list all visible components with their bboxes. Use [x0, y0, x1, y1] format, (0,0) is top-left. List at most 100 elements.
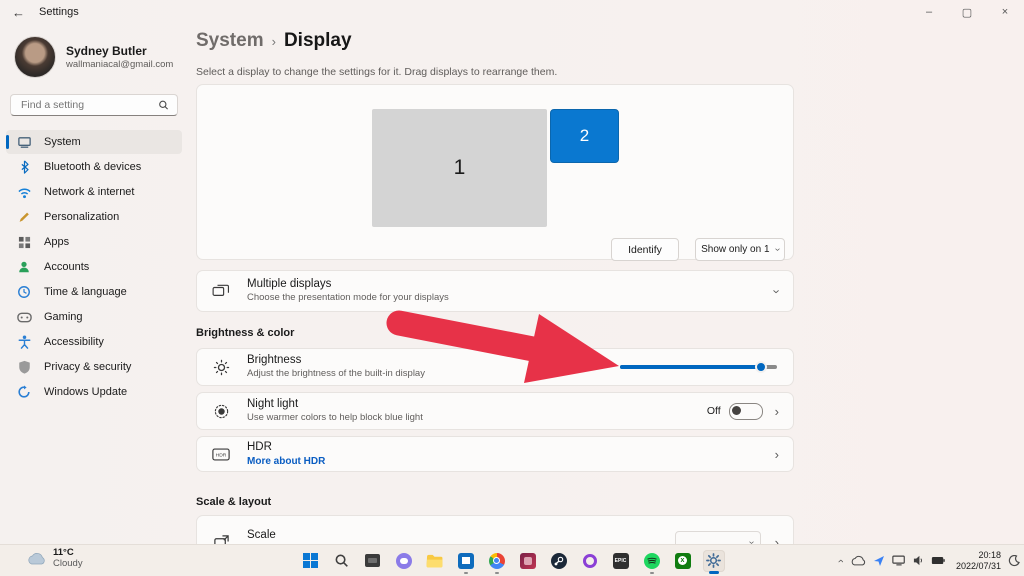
monitor-1[interactable]: 1: [372, 109, 547, 227]
steam-button[interactable]: [548, 550, 570, 572]
night-light-toggle[interactable]: [729, 403, 763, 420]
chevron-down-icon: ›: [772, 248, 783, 251]
windows-desktop: { "titlebar": {"title": "Settings", "bac…: [0, 0, 1024, 576]
sidebar-item-time-language[interactable]: Time & language: [6, 280, 182, 304]
teams-chat-button[interactable]: [393, 550, 415, 572]
multiple-displays-row[interactable]: Multiple displays Choose the presentatio…: [196, 270, 794, 312]
settings-button[interactable]: [703, 550, 725, 572]
brightness-slider-fill: [620, 365, 761, 369]
folder-icon: [426, 554, 443, 568]
chevron-down-icon[interactable]: ›: [769, 289, 784, 293]
close-button[interactable]: ×: [986, 0, 1024, 24]
sidebar-item-privacy-security[interactable]: Privacy & security: [6, 355, 182, 379]
microsoft-store-button[interactable]: [455, 550, 477, 572]
sidebar-item-label: System: [44, 136, 81, 148]
clock[interactable]: 20:18 2022/07/31: [956, 550, 1001, 572]
focus-assist-moon-icon[interactable]: [1008, 555, 1020, 567]
start-button[interactable]: [300, 550, 322, 572]
sidebar-item-apps[interactable]: Apps: [6, 230, 182, 254]
brightness-slider[interactable]: [620, 365, 777, 369]
maximize-button[interactable]: ▢: [948, 0, 986, 24]
gear-icon: [706, 553, 721, 568]
sidebar-item-accounts[interactable]: Accounts: [6, 255, 182, 279]
search-icon: [158, 99, 169, 111]
taskbar: 11°C Cloudy EPIC x › 20:18 2022/07/31: [0, 544, 1024, 576]
sidebar-item-label: Network & internet: [44, 186, 134, 198]
search-input[interactable]: [19, 98, 158, 112]
wifi-icon: [16, 184, 32, 200]
chevron-right-icon[interactable]: ›: [775, 404, 779, 419]
avatar: [14, 36, 56, 78]
taskbar-search-button[interactable]: [331, 550, 353, 572]
night-light-row[interactable]: Night light Use warmer colors to help bl…: [196, 392, 794, 430]
hidden-icons-chevron[interactable]: ›: [835, 559, 847, 563]
photos-button[interactable]: [517, 550, 539, 572]
scale-dropdown[interactable]: ›: [675, 531, 761, 545]
system-icon: [16, 134, 32, 150]
chat-icon: [396, 553, 412, 569]
opera-ring-icon: [583, 554, 597, 568]
sidebar-item-accessibility[interactable]: Accessibility: [6, 330, 182, 354]
sidebar-item-windows-update[interactable]: Windows Update: [6, 380, 182, 404]
show-only-label: Show only on 1: [701, 244, 769, 255]
sidebar-item-network-internet[interactable]: Network & internet: [6, 180, 182, 204]
row-title: Brightness: [247, 353, 620, 368]
row-title: Night light: [247, 397, 707, 412]
chevron-right-icon[interactable]: ›: [775, 447, 779, 462]
spotify-button[interactable]: [641, 550, 663, 572]
row-title: Scale: [247, 528, 675, 543]
brightness-slider-handle[interactable]: [755, 361, 767, 373]
photos-icon: [520, 553, 536, 569]
chrome-button[interactable]: [486, 550, 508, 572]
sidebar-item-system[interactable]: System: [6, 130, 182, 154]
user-name: Sydney Butler: [66, 44, 173, 59]
settings-main-pane: System › Display Select a display to cha…: [188, 24, 1024, 545]
opera-button[interactable]: [579, 550, 601, 572]
sidebar-item-label: Bluetooth & devices: [44, 161, 141, 173]
display-tray-icon[interactable]: [892, 555, 906, 566]
sidebar-item-gaming[interactable]: Gaming: [6, 305, 182, 329]
monitor-2[interactable]: 2: [550, 109, 619, 163]
onedrive-cloud-icon[interactable]: [850, 555, 866, 566]
battery-icon[interactable]: [931, 556, 945, 565]
speaker-icon[interactable]: [913, 555, 924, 566]
location-arrow-icon[interactable]: [873, 555, 885, 567]
minimize-button[interactable]: –: [910, 0, 948, 24]
search-icon: [334, 553, 349, 568]
sidebar: Sydney Butler wallmaniacal@gmail.com Sys…: [0, 24, 188, 545]
dark-app-icon: [365, 554, 380, 567]
scale-row[interactable]: Scale Change the size of text, apps, and…: [196, 515, 794, 545]
user-profile[interactable]: Sydney Butler wallmaniacal@gmail.com: [14, 36, 188, 78]
sidebar-item-personalization[interactable]: Personalization: [6, 205, 182, 229]
file-explorer-button[interactable]: [424, 550, 446, 572]
sidebar-item-label: Gaming: [44, 311, 83, 323]
back-icon[interactable]: ←: [12, 5, 25, 20]
row-title: Multiple displays: [247, 277, 775, 292]
gamepad-icon: [16, 309, 32, 325]
sidebar-item-label: Time & language: [44, 286, 127, 298]
dark-app-button[interactable]: [362, 550, 384, 572]
page-subtitle: Select a display to change the settings …: [196, 66, 557, 78]
brightness-sun-icon: [211, 357, 231, 377]
clock-time: 20:18: [956, 550, 1001, 561]
search-box[interactable]: [10, 94, 178, 116]
section-brightness-color: Brightness & color: [196, 327, 294, 339]
show-only-dropdown[interactable]: Show only on 1 ›: [695, 238, 785, 261]
section-scale-layout: Scale & layout: [196, 496, 271, 508]
row-subtitle: Adjust the brightness of the built-in di…: [247, 368, 620, 380]
store-icon: [458, 553, 474, 569]
sidebar-item-bluetooth-devices[interactable]: Bluetooth & devices: [6, 155, 182, 179]
more-about-hdr-link[interactable]: More about HDR: [247, 455, 775, 468]
hdr-row[interactable]: HDR HDR More about HDR ›: [196, 436, 794, 472]
breadcrumb-system[interactable]: System: [196, 30, 264, 52]
clock-date: 2022/07/31: [956, 561, 1001, 572]
identify-button[interactable]: Identify: [611, 238, 679, 261]
night-light-state: Off: [707, 405, 721, 417]
titlebar: ← Settings – ▢ ×: [0, 0, 1024, 24]
windows-logo-icon: [303, 553, 318, 568]
svg-text:HDR: HDR: [216, 452, 227, 458]
user-email: wallmaniacal@gmail.com: [66, 59, 173, 71]
epic-games-button[interactable]: EPIC: [610, 550, 632, 572]
xbox-button[interactable]: x: [672, 550, 694, 572]
accessibility-icon: [16, 334, 32, 350]
